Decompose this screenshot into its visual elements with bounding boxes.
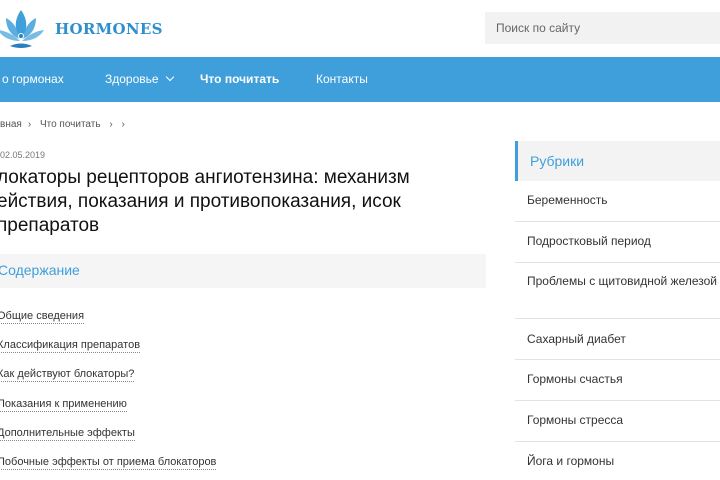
sidebar-item-adolescence[interactable]: Подростковый период: [527, 234, 717, 249]
main-nav: о гормонах Здоровье Что почитать Контакт…: [0, 57, 720, 102]
sidebar-item-happiness-hormones[interactable]: Гормоны счастья: [527, 372, 717, 387]
nav-item-label: Здоровье: [105, 72, 159, 86]
toc-item[interactable]: Дополнительные эффекты: [0, 427, 135, 441]
breadcrumb-separator: ›: [109, 119, 113, 130]
search-box[interactable]: [485, 12, 720, 44]
sidebar-item-yoga[interactable]: Йога и гормоны: [527, 454, 717, 469]
lotus-logo-icon[interactable]: [0, 6, 46, 52]
site-header: HORMONES: [0, 0, 720, 57]
search-input[interactable]: [485, 12, 720, 44]
page-title: локаторы рецепторов ангиотензина: механи…: [0, 167, 410, 236]
nav-item-health[interactable]: Здоровье: [105, 57, 174, 102]
toc-item[interactable]: Показания к применению: [0, 398, 127, 412]
breadcrumb: вная › Что почитать › ›: [0, 119, 131, 130]
divider: [515, 359, 720, 360]
sidebar-item-thyroid[interactable]: Проблемы с щитовидной железой: [527, 274, 717, 289]
sidebar-item-stress-hormones[interactable]: Гормоны стресса: [527, 413, 717, 428]
rubrics-title: Рубрики: [530, 153, 585, 169]
rubrics-header: Рубрики: [515, 141, 720, 181]
toc-title: Содержание: [0, 262, 80, 278]
breadcrumb-separator: ›: [121, 119, 125, 130]
sidebar-item-diabetes[interactable]: Сахарный диабет: [527, 332, 717, 347]
sidebar-item-pregnancy[interactable]: Беременность: [527, 193, 717, 208]
nav-item-what-to-read[interactable]: Что почитать: [200, 57, 279, 102]
breadcrumb-what-to-read[interactable]: Что почитать: [40, 119, 101, 130]
toc-item[interactable]: Как действуют блокаторы?: [0, 368, 135, 382]
toc-item[interactable]: Побочные эффекты от приема блокаторов: [0, 456, 217, 470]
breadcrumb-home[interactable]: вная: [0, 119, 22, 130]
divider: [515, 318, 720, 319]
divider: [515, 400, 720, 401]
chevron-down-icon: [165, 72, 174, 82]
toc-item[interactable]: Классификация препаратов: [0, 339, 141, 353]
toc-item[interactable]: Общие сведения: [0, 310, 85, 324]
divider: [515, 441, 720, 442]
article-date: 02.05.2019: [0, 150, 46, 160]
brand-name[interactable]: HORMONES: [55, 20, 163, 38]
nav-item-contacts[interactable]: Контакты: [316, 57, 368, 102]
breadcrumb-separator: ›: [27, 119, 32, 130]
nav-item-about-hormones[interactable]: о гормонах: [2, 57, 64, 102]
toc-header[interactable]: Содержание: [0, 254, 486, 288]
divider: [515, 262, 720, 263]
divider: [515, 221, 720, 222]
